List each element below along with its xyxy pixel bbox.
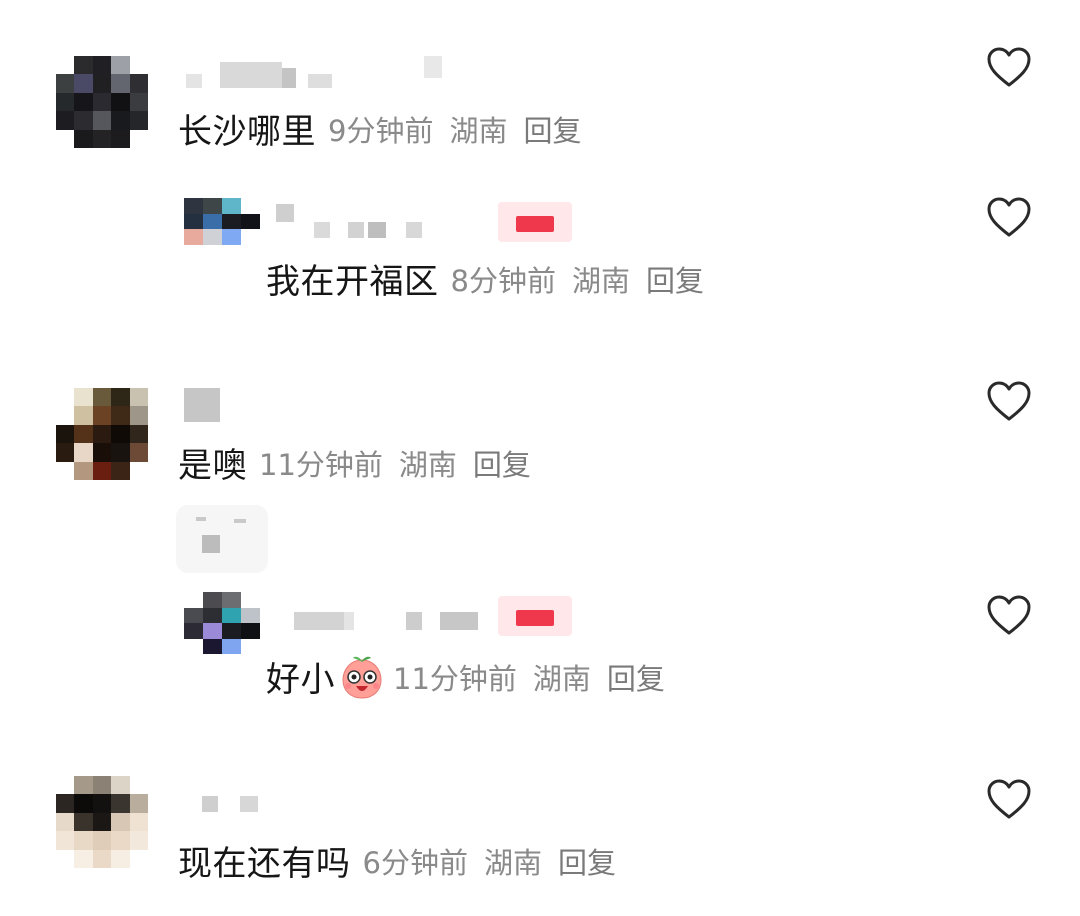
- comment-line: 是噢 11分钟前 湖南 回复: [178, 438, 531, 487]
- comment-location: 湖南: [571, 263, 630, 298]
- comment-time: 11分钟前: [393, 661, 517, 696]
- author-badge: [498, 202, 572, 242]
- reply-button[interactable]: 回复: [607, 656, 665, 698]
- reply-button[interactable]: 回复: [558, 840, 616, 882]
- username-blurred[interactable]: [184, 388, 444, 422]
- comment-time: 9分钟前: [328, 113, 434, 148]
- like-heart-icon[interactable]: [986, 594, 1032, 636]
- avatar[interactable]: [184, 592, 260, 654]
- reply-button[interactable]: 回复: [523, 108, 581, 150]
- comment-text: 我在开福区: [266, 262, 439, 302]
- comment-text: 现在还有吗: [178, 844, 351, 884]
- reply-button[interactable]: 回复: [646, 258, 704, 300]
- like-heart-icon[interactable]: [986, 380, 1032, 422]
- like-heart-icon[interactable]: [986, 778, 1032, 820]
- comment-time: 8分钟前: [450, 263, 556, 298]
- username-blurred[interactable]: [182, 56, 442, 90]
- peach-face-emoji-icon: [339, 654, 385, 700]
- author-badge: [498, 596, 572, 636]
- comment-line: 现在还有吗 6分钟前 湖南 回复: [178, 836, 616, 885]
- comment-location: 湖南: [532, 661, 591, 696]
- avatar[interactable]: [56, 776, 148, 868]
- username-blurred[interactable]: [276, 200, 536, 238]
- comment-time: 6分钟前: [362, 845, 468, 880]
- comment-time: 11分钟前: [259, 447, 383, 482]
- blurred-image[interactable]: [176, 505, 268, 573]
- username-blurred[interactable]: [202, 790, 462, 824]
- comment-line: 好小 11分钟前 湖南 回复: [266, 652, 665, 701]
- comment-location: 湖南: [449, 113, 508, 148]
- comment-text: 是噢: [178, 446, 247, 486]
- like-heart-icon[interactable]: [986, 46, 1032, 88]
- comment-text: 长沙哪里: [178, 112, 316, 152]
- comment-text: 好小: [266, 660, 335, 700]
- avatar[interactable]: [56, 56, 148, 148]
- comment-location: 湖南: [398, 447, 457, 482]
- comment-location: 湖南: [483, 845, 542, 880]
- comment-line: 长沙哪里 9分钟前 湖南 回复: [178, 104, 581, 153]
- comment-line: 我在开福区 8分钟前 湖南 回复: [266, 254, 704, 303]
- like-heart-icon[interactable]: [986, 196, 1032, 238]
- reply-button[interactable]: 回复: [473, 442, 531, 484]
- avatar[interactable]: [184, 198, 260, 260]
- avatar[interactable]: [56, 388, 148, 480]
